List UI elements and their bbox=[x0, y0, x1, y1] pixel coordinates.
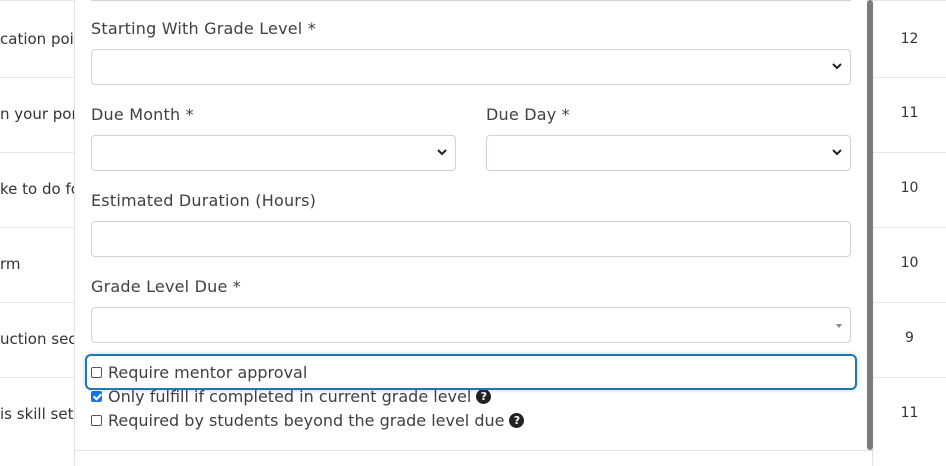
caret-down-icon bbox=[836, 324, 842, 328]
table-cell-value: 11 bbox=[900, 405, 919, 421]
chevron-down-icon bbox=[832, 63, 842, 70]
modal-dialog: Starting With Grade Level * Due Month * … bbox=[74, 0, 874, 466]
table-cell-value: 10 bbox=[900, 255, 919, 271]
only-fulfill-checkbox[interactable] bbox=[91, 391, 102, 402]
scrollbar[interactable] bbox=[867, 0, 873, 450]
table-cell-value: 9 bbox=[905, 330, 914, 346]
required-beyond-checkbox-row[interactable]: Required by students beyond the grade le… bbox=[91, 411, 525, 430]
required-beyond-checkbox[interactable] bbox=[91, 415, 102, 426]
due-day-select[interactable] bbox=[486, 135, 851, 171]
starting-grade-label: Starting With Grade Level * bbox=[91, 19, 316, 38]
table-cell-value: 11 bbox=[900, 105, 919, 121]
grade-level-due-label: Grade Level Due * bbox=[91, 277, 241, 296]
chevron-down-icon bbox=[437, 149, 447, 156]
table-cell-value: 12 bbox=[900, 31, 919, 47]
require-mentor-checkbox[interactable] bbox=[91, 367, 102, 378]
starting-grade-select[interactable] bbox=[91, 49, 851, 85]
due-day-label: Due Day * bbox=[486, 105, 570, 124]
modal-divider bbox=[75, 450, 874, 451]
estimated-duration-label: Estimated Duration (Hours) bbox=[91, 191, 317, 210]
due-month-label: Due Month * bbox=[91, 105, 194, 124]
question-circle-icon[interactable]: ? bbox=[509, 413, 525, 428]
table-cell-value: 10 bbox=[900, 180, 919, 196]
table-cell-text: n your por bbox=[0, 105, 74, 123]
previous-field-edge bbox=[91, 0, 851, 1]
table-cell-text: ke to do fo bbox=[0, 180, 74, 198]
grade-level-due-select[interactable] bbox=[91, 307, 851, 343]
estimated-duration-input[interactable] bbox=[91, 221, 851, 257]
required-beyond-label: Required by students beyond the grade le… bbox=[108, 411, 505, 430]
table-cell-text: uction sec bbox=[0, 330, 74, 348]
require-mentor-label: Require mentor approval bbox=[108, 363, 308, 382]
table-cell-text: is skill set bbox=[0, 405, 74, 423]
table-cell-text: rm bbox=[0, 255, 21, 273]
chevron-down-icon bbox=[832, 149, 842, 156]
table-cell-text: cation poi bbox=[0, 30, 74, 48]
require-mentor-checkbox-row[interactable]: Require mentor approval bbox=[91, 363, 307, 382]
question-circle-icon[interactable]: ? bbox=[476, 389, 492, 404]
due-month-select[interactable] bbox=[91, 135, 456, 171]
